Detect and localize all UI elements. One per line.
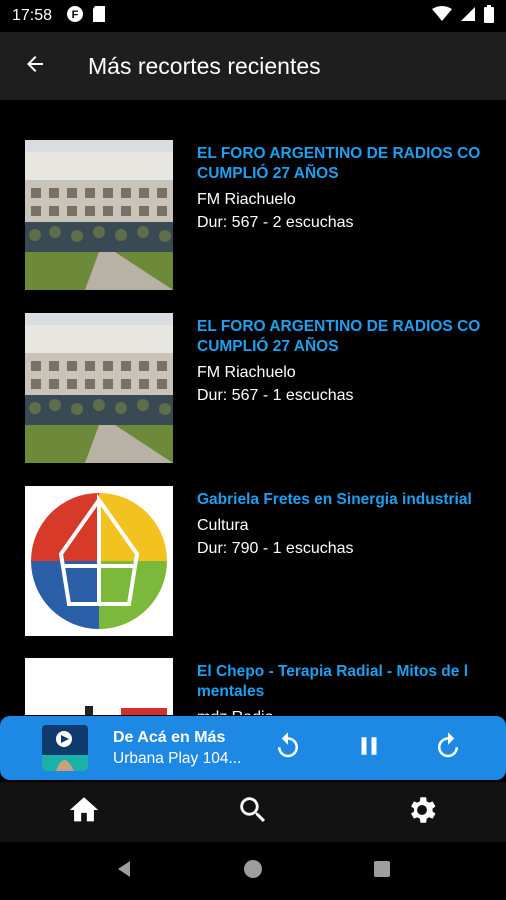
bottom-nav — [0, 782, 506, 842]
clip-thumbnail — [25, 658, 173, 715]
settings-icon — [405, 793, 439, 832]
search-icon — [236, 793, 270, 832]
clip-thumbnail — [25, 486, 173, 636]
wifi-icon — [432, 5, 452, 27]
clip-station: FM Riachuelo — [197, 191, 296, 208]
replay-icon — [273, 731, 303, 766]
clip-thumbnail — [25, 140, 173, 290]
status-bar: 17:58 F — [0, 0, 506, 32]
clip-title: EL FORO ARGENTINO DE RADIOS CO CUMPLIÓ 2… — [197, 145, 481, 182]
forward-icon — [433, 731, 463, 766]
signal-icon — [460, 6, 476, 27]
clip-title: Gabriela Fretes en Sinergia industrial — [197, 491, 472, 508]
pause-icon — [354, 731, 384, 766]
pause-button[interactable] — [351, 730, 387, 766]
clip-thumbnail — [25, 313, 173, 463]
sd-card-icon — [92, 5, 106, 28]
back-button[interactable] — [0, 32, 70, 100]
svg-text:F: F — [72, 9, 79, 21]
clip-station: FM Riachuelo — [197, 364, 296, 381]
mini-player[interactable]: De Acá en Más Urbana Play 104... — [0, 716, 506, 780]
clip-station: mdz Radio — [197, 706, 487, 715]
clip-duration: Dur: 790 - 1 escuchas — [197, 540, 354, 557]
nav-home-button[interactable] — [54, 782, 114, 842]
player-artwork — [42, 725, 88, 771]
list-item[interactable]: EL FORO ARGENTINO DE RADIOS CO CUMPLIÓ 2… — [25, 313, 485, 463]
clip-station: Cultura — [197, 517, 249, 534]
arrow-left-icon — [23, 52, 47, 81]
player-title: De Acá en Más — [113, 729, 226, 746]
back-triangle-icon[interactable] — [114, 859, 134, 884]
player-subtitle: Urbana Play 104... — [113, 750, 242, 767]
list-item[interactable]: EL FORO ARGENTINO DE RADIOS CO CUMPLIÓ 2… — [25, 140, 485, 290]
recents-square-icon[interactable] — [372, 859, 392, 884]
clips-list[interactable]: EL FORO ARGENTINO DE RADIOS CO CUMPLIÓ 2… — [0, 100, 506, 715]
nav-search-button[interactable] — [223, 782, 283, 842]
nav-settings-button[interactable] — [392, 782, 452, 842]
page-title: Más recortes recientes — [88, 52, 321, 79]
list-item[interactable]: El Chepo - Terapia Radial - Mitos de l m… — [25, 658, 485, 715]
list-item[interactable]: Gabriela Fretes en Sinergia industrial C… — [25, 486, 485, 636]
app-bar: Más recortes recientes — [0, 32, 506, 100]
system-nav-bar — [0, 842, 506, 900]
app-notification-icon: F — [66, 5, 84, 28]
clip-duration: Dur: 567 - 2 escuchas — [197, 214, 354, 231]
replay-button[interactable] — [270, 730, 306, 766]
clip-title: El Chepo - Terapia Radial - Mitos de l m… — [197, 663, 469, 700]
status-time: 17:58 — [12, 7, 53, 24]
home-icon — [67, 793, 101, 832]
battery-icon — [484, 4, 494, 28]
clip-duration: Dur: 567 - 1 escuchas — [197, 387, 354, 404]
home-circle-icon[interactable] — [243, 859, 263, 884]
clip-title: EL FORO ARGENTINO DE RADIOS CO CUMPLIÓ 2… — [197, 318, 481, 355]
forward-button[interactable] — [430, 730, 466, 766]
